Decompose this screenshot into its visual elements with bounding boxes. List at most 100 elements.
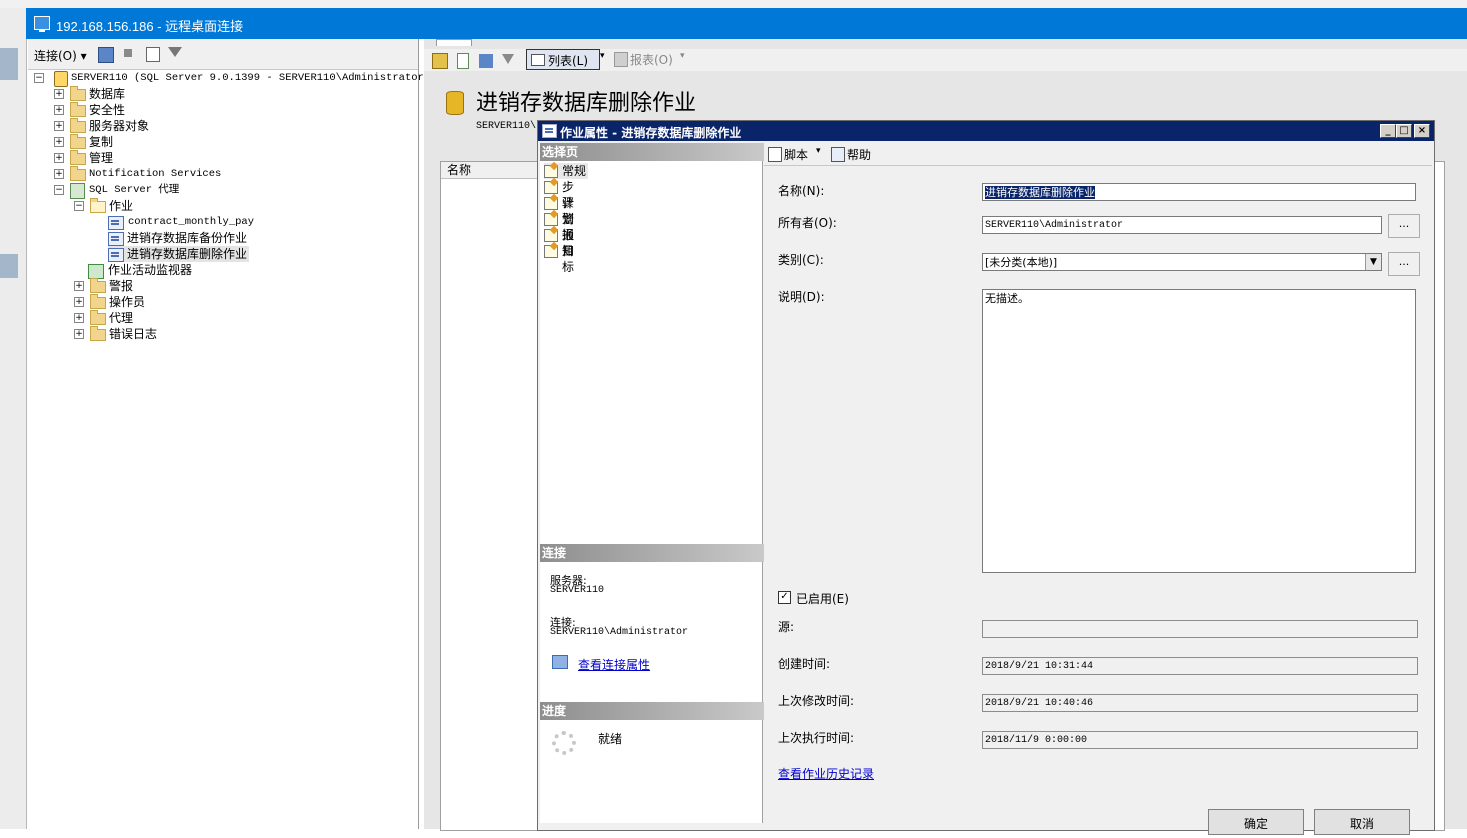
remote-desktop-icon: [34, 16, 50, 32]
category-value: [未分类(本地)]: [985, 256, 1058, 269]
folder-icon: [90, 278, 106, 293]
source-field: [982, 620, 1418, 638]
job-icon: [108, 216, 124, 230]
category-select[interactable]: [未分类(本地)] ▼: [982, 253, 1382, 271]
category-browse-button[interactable]: ...: [1388, 252, 1420, 276]
expand-icon[interactable]: +: [54, 169, 64, 179]
list-icon: [531, 54, 545, 66]
help-button[interactable]: 帮助: [847, 146, 871, 163]
close-button[interactable]: ×: [1414, 124, 1430, 138]
tree-label: 错误日志: [109, 327, 158, 341]
category-label: 类别(C):: [778, 253, 824, 267]
tree-item-server[interactable]: − SERVER110 (SQL Server 9.0.1399 - SERVE…: [34, 70, 430, 87]
collapse-icon[interactable]: −: [34, 73, 44, 83]
tree-label: 作业: [109, 199, 134, 213]
tree-label: 进销存数据库备份作业: [127, 231, 248, 245]
stop-icon[interactable]: [124, 49, 132, 57]
page-label: 常规: [562, 164, 587, 178]
connection-value: SERVER110\Administrator: [550, 627, 689, 638]
created-field: 2018/9/21 10:31:44: [982, 657, 1418, 675]
document-tab[interactable]: [436, 39, 472, 46]
script-button[interactable]: 脚本: [784, 146, 808, 163]
refresh-icon[interactable]: [146, 47, 160, 62]
rdp-title-bar[interactable]: 192.168.156.186 - 远程桌面连接: [26, 8, 1467, 39]
ok-button[interactable]: 确定: [1208, 809, 1304, 835]
expand-icon[interactable]: +: [74, 281, 84, 291]
report-dropdown[interactable]: 报表(O): [630, 51, 673, 68]
description-textarea[interactable]: 无描述。: [982, 289, 1416, 573]
tree-label: 作业活动监视器: [108, 263, 193, 277]
collapse-icon[interactable]: −: [54, 185, 64, 195]
activity-monitor-icon: [88, 264, 104, 279]
page-icon: [544, 213, 558, 226]
expand-icon[interactable]: +: [74, 297, 84, 307]
expand-icon[interactable]: +: [54, 137, 64, 147]
sync-icon[interactable]: [457, 53, 469, 69]
folder-icon: [70, 166, 86, 181]
folder-icon: [90, 326, 106, 341]
folder-icon: [70, 134, 86, 149]
expand-icon[interactable]: +: [54, 105, 64, 115]
minimize-button[interactable]: _: [1380, 124, 1396, 138]
view-connection-properties-link[interactable]: 查看连接属性: [578, 656, 650, 673]
host-edge-marker: [0, 254, 18, 278]
column-header-name[interactable]: 名称: [441, 162, 548, 179]
tree-label: 复制: [89, 135, 114, 149]
dialog-left-panel: 选择页 常规 步骤 计划 警报 通知 目标 连接 服务器: SERVER110 …: [540, 143, 764, 823]
connect-dropdown[interactable]: 连接(O) ▾: [34, 47, 87, 64]
dialog-right-panel: 脚本 ▾ 帮助 名称(N): 进销存数据库删除作业 所有者(O): SERVER…: [764, 143, 1432, 823]
tree-label: 数据库: [89, 87, 126, 101]
chevron-down-icon[interactable]: ▾: [680, 51, 685, 61]
view-job-history-link[interactable]: 查看作业历史记录: [778, 765, 874, 782]
expand-icon[interactable]: +: [54, 153, 64, 163]
chevron-down-icon[interactable]: ▼: [1365, 254, 1381, 270]
object-explorer-toolbar: 连接(O) ▾: [28, 39, 418, 70]
job-icon: [108, 232, 124, 246]
cancel-button[interactable]: 取消: [1314, 809, 1410, 835]
name-value: 进销存数据库删除作业: [985, 186, 1095, 199]
description-label: 说明(D):: [778, 290, 825, 304]
job-icon: [542, 124, 557, 138]
filter-icon[interactable]: [502, 54, 514, 64]
filter-icon[interactable]: [168, 47, 182, 57]
dialog-title-bar[interactable]: 作业属性 - 进销存数据库删除作业 _ □ ×: [538, 121, 1434, 141]
connect-object-explorer-icon[interactable]: [98, 47, 114, 63]
name-field[interactable]: 进销存数据库删除作业: [982, 183, 1416, 201]
page-icon: [544, 165, 558, 178]
dialog-title: 作业属性 - 进销存数据库删除作业: [560, 126, 742, 140]
refresh-arrows-icon[interactable]: [479, 54, 493, 68]
tree-label: SERVER110 (SQL Server 9.0.1399 - SERVER1…: [71, 72, 431, 84]
expand-icon[interactable]: +: [74, 313, 84, 323]
collapse-icon[interactable]: −: [74, 201, 84, 211]
progress-header: 进度: [540, 702, 764, 720]
maximize-button[interactable]: □: [1396, 124, 1412, 138]
source-label: 源:: [778, 620, 795, 634]
folder-icon: [70, 150, 86, 165]
folder-icon: [70, 102, 86, 117]
chevron-down-icon[interactable]: ▾: [600, 51, 605, 61]
expand-icon[interactable]: +: [54, 121, 64, 131]
connection-properties-icon: [552, 655, 568, 669]
chevron-down-icon[interactable]: ▾: [816, 146, 821, 156]
tree-item-job-selected[interactable]: 进销存数据库删除作业: [108, 246, 249, 262]
page-label: 目标: [562, 244, 575, 274]
page-subtitle: SERVER110\: [476, 121, 537, 132]
tree-label: 安全性: [89, 103, 126, 117]
tree-label: SQL Server 代理: [89, 184, 180, 196]
expand-icon[interactable]: +: [74, 329, 84, 339]
select-page-header: 选择页: [540, 143, 764, 161]
expand-icon[interactable]: +: [54, 89, 64, 99]
last-executed-label: 上次执行时间:: [778, 731, 855, 745]
last-modified-label: 上次修改时间:: [778, 694, 855, 708]
page-title: 进销存数据库删除作业: [476, 91, 697, 116]
list-view-button[interactable]: 列表(L): [526, 49, 600, 70]
owner-field[interactable]: SERVER110\Administrator: [982, 216, 1382, 234]
rdp-title-text: 192.168.156.186 - 远程桌面连接: [56, 19, 244, 34]
owner-browse-button[interactable]: ...: [1388, 214, 1420, 238]
enabled-checkbox[interactable]: ✓: [778, 591, 791, 604]
up-folder-icon[interactable]: [432, 53, 448, 69]
object-explorer: 连接(O) ▾ − SERVER110 (SQL Server 9.0.1399…: [28, 39, 430, 829]
tree-label: Notification Services: [89, 168, 222, 180]
page-general[interactable]: 常规: [544, 163, 588, 179]
last-executed-field: 2018/11/9 0:00:00: [982, 731, 1418, 749]
